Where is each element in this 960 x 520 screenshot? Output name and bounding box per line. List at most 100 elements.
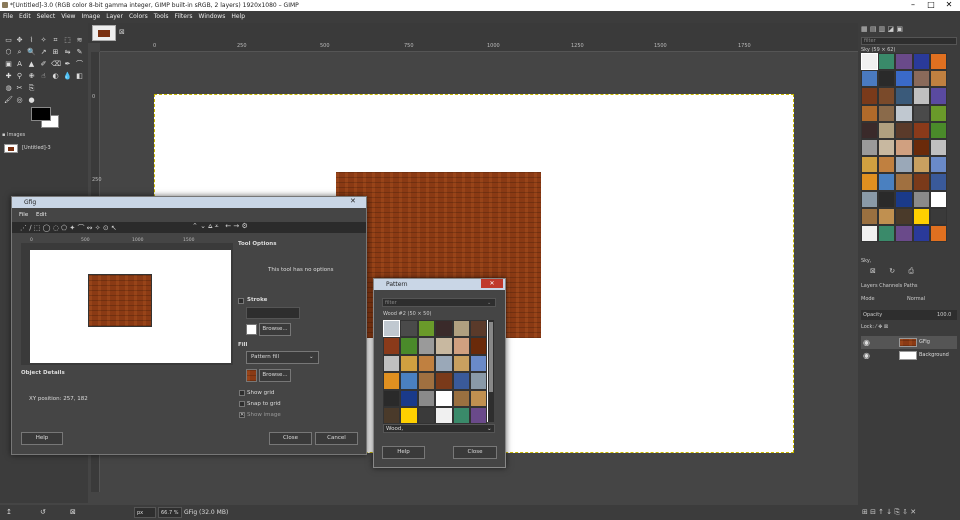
pattern-swatch[interactable] [895, 225, 913, 243]
layers-actions[interactable]: ⊞ ⊟ ↑ ↓ ⎘ ⇩ ✕ [862, 508, 958, 518]
crop-tool-icon[interactable]: ⌗ [51, 36, 60, 45]
pattern-swatch[interactable] [400, 407, 418, 425]
pattern-swatch[interactable] [417, 337, 436, 355]
save-tool-preset-icon[interactable]: ↥ [6, 508, 12, 516]
pattern-swatch[interactable] [895, 139, 913, 157]
pattern-swatch[interactable] [861, 173, 879, 191]
pattern-swatch[interactable] [383, 337, 401, 355]
free-select-tool-icon[interactable]: ⌇ [27, 36, 36, 45]
menu-select[interactable]: Select [34, 11, 59, 23]
bucket-fill-tool-icon[interactable]: ▣ [4, 60, 13, 69]
pattern-name-field[interactable]: Sky, [861, 258, 871, 264]
pattern-swatch[interactable] [878, 70, 896, 88]
dodge-burn-tool-icon[interactable]: ◐ [51, 72, 60, 81]
pattern-swatch[interactable] [452, 337, 470, 355]
restore-icon[interactable]: ↺ [40, 508, 46, 516]
pattern-swatch[interactable] [470, 389, 488, 407]
pattern-swatch[interactable] [912, 207, 930, 225]
pattern-swatch[interactable] [929, 139, 947, 157]
pattern-swatch[interactable] [878, 173, 896, 191]
gfig-close-button[interactable]: Close [269, 432, 312, 445]
pattern-swatch[interactable] [400, 389, 418, 407]
pattern-swatch[interactable] [861, 225, 879, 243]
rect-select-tool-icon[interactable]: ▭ [4, 36, 13, 45]
pattern-swatch[interactable] [895, 104, 913, 122]
tab-layers[interactable]: Layers [861, 283, 878, 289]
show-image-checkbox[interactable]: ✕ [239, 412, 245, 418]
pattern-swatch[interactable] [929, 173, 947, 191]
pattern-scrollbar[interactable] [488, 320, 494, 422]
pattern-swatch[interactable] [878, 139, 896, 157]
pattern-swatch[interactable] [383, 354, 401, 373]
gfig-close-icon[interactable]: ✕ [350, 197, 356, 205]
pattern-swatch[interactable] [878, 87, 896, 105]
pattern-swatch[interactable] [417, 320, 436, 338]
pattern-swatch[interactable] [878, 53, 896, 71]
menu-colors[interactable]: Colors [126, 11, 151, 23]
pattern-swatch[interactable] [452, 354, 470, 373]
dock-tab-icons[interactable]: ▦ ▤ ▥ ◪ ▣ [861, 25, 957, 35]
gfig-menu-file[interactable]: File [19, 212, 28, 218]
layer-visibility-eye-icon[interactable]: ◉ [863, 336, 870, 349]
pattern-swatch[interactable] [470, 320, 488, 338]
pattern-swatch[interactable] [912, 190, 930, 208]
pattern-swatch[interactable] [929, 70, 947, 88]
clone-tool-icon[interactable]: ⚲ [15, 72, 24, 81]
pattern-swatch[interactable] [895, 190, 913, 208]
gfig-rectangle-object[interactable] [88, 274, 152, 327]
opacity-slider[interactable]: Opacity 100.0 [861, 310, 957, 320]
pattern-swatch[interactable] [929, 156, 947, 174]
heal-tool-icon[interactable]: ✙ [27, 72, 36, 81]
delete-icon[interactable]: ⊠ [70, 508, 76, 516]
pattern-swatch[interactable] [878, 207, 896, 225]
move-tool-icon[interactable]: ✥ [15, 36, 24, 45]
eraser-tool-icon[interactable]: ⌫ [51, 60, 61, 69]
fill-browse-button[interactable]: Browse... [259, 369, 291, 382]
pattern-swatch[interactable] [912, 225, 930, 243]
menu-edit[interactable]: Edit [16, 11, 34, 23]
patterns-grid[interactable] [861, 53, 947, 254]
pattern-swatch[interactable] [435, 389, 453, 407]
pattern-swatch[interactable] [383, 372, 401, 390]
pattern-swatch[interactable] [929, 53, 947, 71]
ink-tool-icon[interactable]: ✒ [63, 60, 72, 69]
menu-view[interactable]: View [58, 11, 78, 23]
pattern-swatch[interactable] [435, 337, 453, 355]
show-grid-checkbox[interactable] [239, 390, 245, 396]
perspective-clone-tool-icon[interactable]: ⎘ [27, 84, 36, 93]
pattern-swatch[interactable] [435, 372, 453, 390]
pattern-swatch[interactable] [400, 372, 418, 390]
pattern-name-field[interactable]: Wood, ⌄ [383, 424, 495, 433]
pattern-swatch[interactable] [861, 104, 879, 122]
foreground-select-tool-icon[interactable]: ◍ [4, 84, 13, 93]
text-select-tool-icon[interactable]: ⌕ [15, 48, 24, 57]
gradient-tool-icon[interactable]: ◧ [75, 72, 84, 81]
stroke-brush-field[interactable] [246, 307, 300, 319]
image-tab[interactable] [92, 25, 116, 41]
scissors-tool-icon[interactable]: ✂ [15, 84, 24, 93]
text-tool-icon[interactable]: A [15, 60, 24, 69]
pattern-swatch[interactable] [895, 207, 913, 225]
layer-visibility-eye-icon[interactable]: ◉ [863, 349, 870, 362]
pattern-swatch[interactable] [861, 70, 879, 88]
pattern-swatch[interactable] [400, 354, 418, 373]
flip-tool-icon[interactable]: ⇋ [63, 48, 72, 57]
maximize-button[interactable]: □ [924, 0, 938, 10]
pattern-swatch[interactable] [470, 372, 488, 390]
pattern-swatch[interactable] [861, 53, 879, 71]
pattern-swatch[interactable] [929, 104, 947, 122]
pattern-swatch[interactable] [435, 407, 453, 425]
gfig-help-button[interactable]: Help [21, 432, 63, 445]
pattern-swatch[interactable] [861, 207, 879, 225]
pattern-swatch[interactable] [861, 121, 879, 139]
fill-pattern-swatch[interactable] [246, 369, 257, 382]
mypaint-brush-tool-icon[interactable]: ◎ [15, 96, 24, 105]
pattern-swatch[interactable] [912, 87, 930, 105]
pencil-tool-icon[interactable]: ✎ [75, 48, 84, 57]
close-window-button[interactable]: ✕ [942, 0, 956, 10]
pattern-close-button[interactable]: Close [453, 446, 497, 459]
foreground-color-swatch-top[interactable] [31, 107, 51, 121]
image-tab-close-icon[interactable]: ⊠ [119, 28, 125, 36]
pattern-swatch[interactable] [417, 407, 436, 425]
paths-tool-icon[interactable]: ⌒ [75, 60, 84, 69]
